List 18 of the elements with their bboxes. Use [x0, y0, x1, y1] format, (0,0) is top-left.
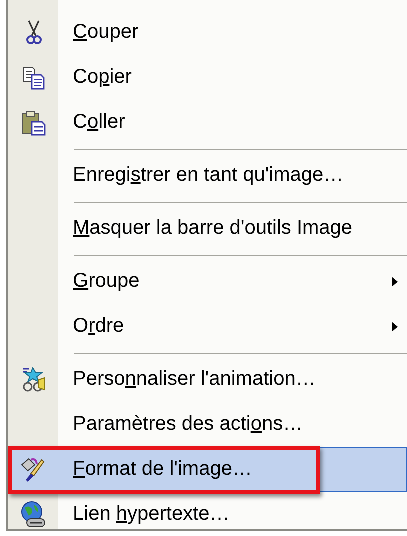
menu-item[interactable]: Groupe — [8, 259, 407, 304]
menu-item[interactable]: Copier — [8, 55, 407, 100]
menu-item[interactable]: Enregistrer en tant qu'image… — [8, 153, 407, 198]
submenu-arrow-icon — [391, 321, 399, 333]
menu-item[interactable]: Coller — [8, 100, 407, 145]
globe-link-icon — [20, 500, 48, 528]
copy-icon — [22, 66, 46, 90]
menu-item[interactable]: Paramètres des actions… — [8, 402, 407, 447]
menu-item[interactable]: Personnaliser l'animation… — [8, 357, 407, 402]
menu-item[interactable]: Lien hypertexte… — [8, 492, 407, 536]
submenu-arrow-icon — [391, 276, 399, 288]
menu-item[interactable]: Format de l'image… — [8, 447, 407, 492]
scissors-icon — [26, 20, 42, 46]
animation-icon — [21, 366, 47, 394]
menu-item[interactable]: Masquer la barre d'outils Image — [8, 206, 407, 251]
clipboard-icon — [21, 110, 47, 136]
menu-item[interactable]: Couper — [8, 10, 407, 55]
menu-item[interactable]: Ordre — [8, 304, 407, 349]
